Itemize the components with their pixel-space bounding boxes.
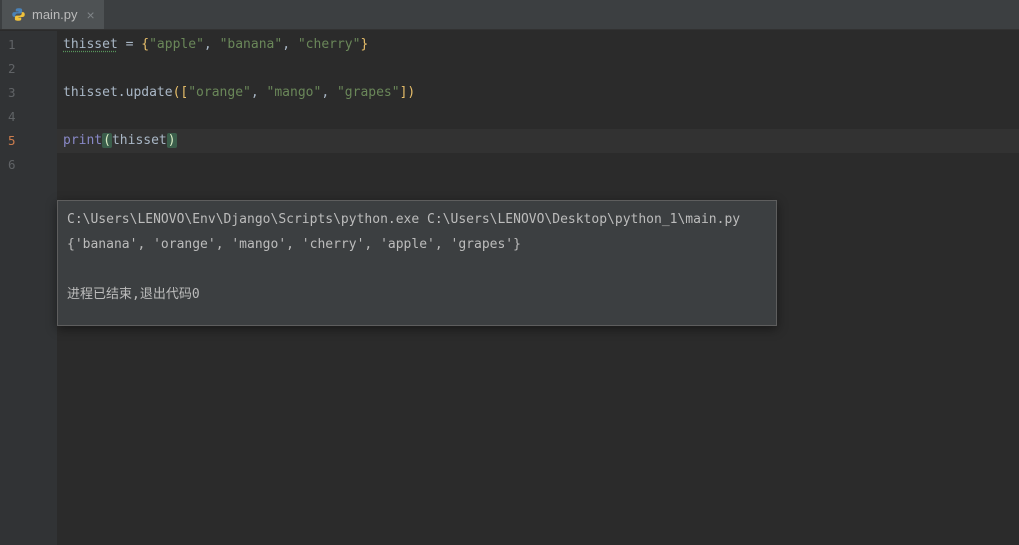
code-line[interactable]: 1 thisset = {"apple", "banana", "cherry"} <box>0 33 1019 57</box>
code-line[interactable]: 6 <box>0 153 1019 177</box>
run-output-text: C:\Users\LENOVO\Env\Django\Scripts\pytho… <box>67 207 767 307</box>
output-line: 进程已结束,退出代码0 <box>67 287 200 302</box>
code-token-matched: ) <box>166 133 177 148</box>
code-token-plain: thisset <box>111 133 167 148</box>
python-icon <box>11 7 26 22</box>
code-token-brace: } <box>360 37 369 52</box>
code-line[interactable]: 2 <box>0 57 1019 81</box>
output-line: {'banana', 'orange', 'mango', 'cherry', … <box>67 237 521 252</box>
code-token-matched: ( <box>102 133 112 148</box>
code-line[interactable]: 3 thisset.update(["orange", "mango", "gra… <box>0 81 1019 105</box>
code-token-brace: ([ <box>172 85 189 100</box>
code-token-plain: , <box>282 37 298 52</box>
code-lines: 1 thisset = {"apple", "banana", "cherry"}… <box>0 31 1019 177</box>
code-token-plain: = <box>117 37 142 52</box>
code-token-brace: ]) <box>399 85 416 100</box>
code-token-string: "orange" <box>188 85 251 100</box>
code-line[interactable]: 4 <box>0 105 1019 129</box>
code-line[interactable]: 5 print(thisset) <box>0 129 1019 153</box>
line-number[interactable]: 5 <box>0 129 57 153</box>
code-text: thisset = {"apple", "banana", "cherry"} <box>57 33 1019 57</box>
code-text: thisset.update(["orange", "mango", "grap… <box>57 81 1019 105</box>
line-number[interactable]: 4 <box>0 105 57 129</box>
run-output-panel: C:\Users\LENOVO\Env\Django\Scripts\pytho… <box>57 200 777 326</box>
output-line: C:\Users\LENOVO\Env\Django\Scripts\pytho… <box>67 212 741 227</box>
code-token-plain: , <box>203 37 220 52</box>
code-editor[interactable]: 1 thisset = {"apple", "banana", "cherry"}… <box>0 31 1019 545</box>
code-token-string: "banana" <box>219 37 283 52</box>
line-number[interactable]: 1 <box>0 33 57 57</box>
code-text: print(thisset) <box>57 129 1019 153</box>
code-token-plain: , <box>321 85 337 100</box>
code-token-plain: , <box>250 85 267 100</box>
code-token-plain: thisset.update <box>63 85 173 100</box>
code-token-string: "cherry" <box>297 37 361 52</box>
ide-window: main.py × 1 thisset = {"apple", "banana",… <box>0 0 1019 545</box>
code-token-typo: thisset <box>63 37 118 52</box>
code-token-string: "grapes" <box>336 85 400 100</box>
code-token-brace: { <box>141 37 150 52</box>
line-number[interactable]: 2 <box>0 57 57 81</box>
code-token-string: "mango" <box>266 85 322 100</box>
line-number[interactable]: 6 <box>0 153 57 177</box>
tab-close-icon[interactable]: × <box>87 8 95 22</box>
tab-label: main.py <box>32 7 78 22</box>
line-number[interactable]: 3 <box>0 81 57 105</box>
code-token-string: "apple" <box>149 37 204 52</box>
code-token-builtin: print <box>63 133 103 148</box>
editor-tab-bar: main.py × <box>0 0 1019 30</box>
tab-main-py[interactable]: main.py × <box>2 0 104 29</box>
